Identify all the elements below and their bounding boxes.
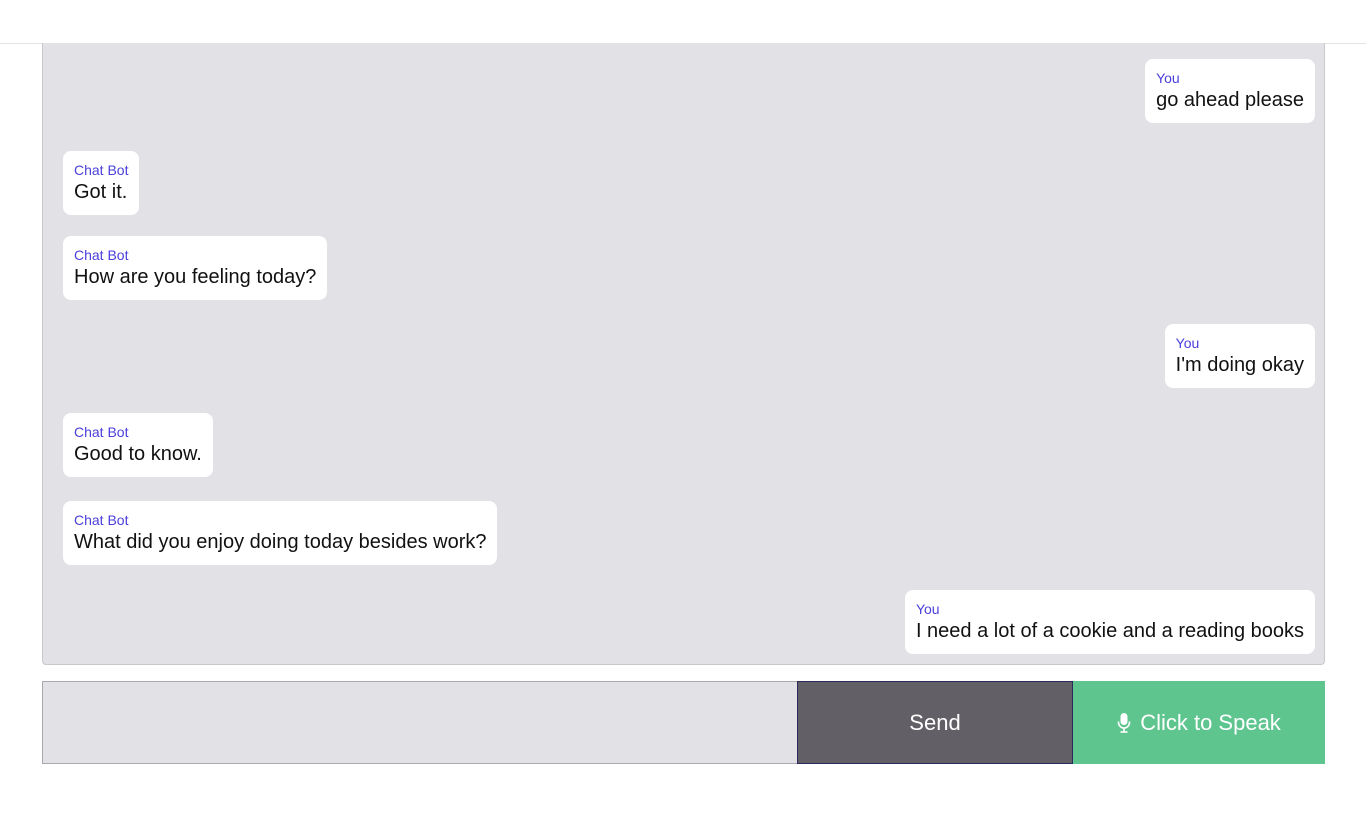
message-sender: Chat Bot: [74, 247, 129, 263]
message-sender: You: [915, 601, 940, 617]
chat-transcript[interactable]: You go ahead please Chat Bot Got it. Cha…: [42, 43, 1325, 665]
message-text: I need a lot of a cookie and a reading b…: [915, 620, 1304, 642]
send-button[interactable]: Send: [797, 681, 1073, 764]
bot-message: Chat Bot Got it.: [63, 151, 140, 215]
speak-label: Click to Speak: [1140, 709, 1281, 735]
bot-message: Chat Bot Good to know.: [63, 413, 213, 477]
message-text: Good to know.: [74, 443, 202, 465]
user-message: You I need a lot of a cookie and a readi…: [904, 590, 1315, 654]
message-sender: You: [1175, 335, 1200, 351]
bot-message: Chat Bot How are you feeling today?: [63, 236, 328, 300]
click-to-speak-button[interactable]: Click to Speak: [1073, 681, 1325, 764]
message-text: Got it.: [74, 181, 128, 203]
message-text: I'm doing okay: [1175, 354, 1304, 376]
message-sender: Chat Bot: [74, 424, 129, 440]
message-sender: Chat Bot: [74, 162, 129, 178]
bot-message: Chat Bot What did you enjoy doing today …: [63, 501, 498, 565]
message-text: How are you feeling today?: [74, 266, 317, 288]
user-message: You go ahead please: [1145, 59, 1315, 123]
message-sender: You: [1156, 70, 1180, 86]
message-text: What did you enjoy doing today besides w…: [74, 531, 487, 553]
microphone-icon: [1117, 712, 1131, 734]
message-text: go ahead please: [1156, 89, 1304, 111]
composer: Send Click to Speak: [42, 681, 1325, 764]
user-message: You I'm doing okay: [1164, 324, 1315, 388]
message-sender: Chat Bot: [74, 512, 129, 528]
message-input[interactable]: [42, 681, 797, 764]
